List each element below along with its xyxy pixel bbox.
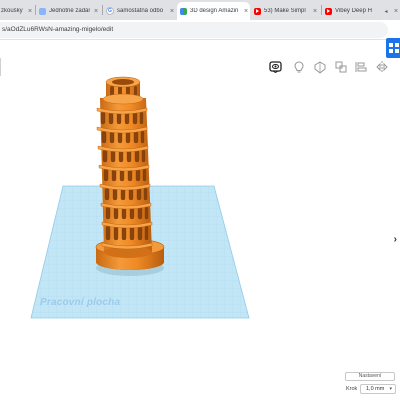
tower-cornices <box>96 107 153 250</box>
browser-window: zkoušky × Jednotné zadání × G samostatná… <box>0 0 400 400</box>
settings-button[interactable]: Nastavení <box>345 372 395 381</box>
tab-jednotne-zadani[interactable]: Jednotné zadání × <box>36 2 100 20</box>
panel-expand-icon[interactable]: › <box>394 234 397 245</box>
close-tab-icon[interactable]: × <box>168 8 176 15</box>
shield-icon[interactable] <box>312 58 328 76</box>
tab-make-simple[interactable]: 53) Make Simpl × <box>251 2 319 20</box>
tinkercad-icon <box>180 7 187 15</box>
tab-3d-design[interactable]: 3D design Amazin × <box>177 2 250 20</box>
mirror-icon[interactable] <box>374 58 390 76</box>
apps-grid-icon[interactable] <box>386 38 400 58</box>
snap-grid-select[interactable]: 1,0 mm ▾ <box>360 384 396 394</box>
tab-vibey-deep[interactable]: Vibey Deep H ◂ × <box>322 2 400 20</box>
view-icon[interactable] <box>267 58 283 76</box>
youtube-icon <box>325 7 332 15</box>
group-icon[interactable] <box>333 58 349 76</box>
leaning-tower-model[interactable] <box>95 76 165 270</box>
tab-title: zkoušky <box>1 8 23 14</box>
tab-title: Vibey Deep H <box>335 8 372 14</box>
tab-title: 3D design Amazin <box>190 8 239 14</box>
youtube-icon <box>254 7 261 15</box>
close-tab-icon[interactable]: × <box>242 8 250 15</box>
page-icon <box>39 7 46 15</box>
workplane-label: Pracovní plocha <box>40 297 121 308</box>
tab-samostatna-odbo[interactable]: G samostatná odbo × <box>103 2 176 20</box>
snap-grid-value: 1,0 mm <box>366 386 385 392</box>
google-icon: G <box>106 7 114 15</box>
close-tab-icon[interactable]: × <box>392 8 400 15</box>
tab-strip: zkoušky × Jednotné zadání × G samostatná… <box>0 0 400 20</box>
tab-title: 53) Make Simpl <box>264 8 306 14</box>
tab-title: samostatná odbo <box>117 8 164 14</box>
chevron-down-icon: ▾ <box>389 386 392 392</box>
close-tab-icon[interactable]: × <box>26 8 34 15</box>
workplane[interactable] <box>0 180 260 330</box>
tower-arcades <box>100 111 149 241</box>
close-tab-icon[interactable]: × <box>311 8 319 15</box>
bulb-icon[interactable] <box>291 58 307 76</box>
address-bar-row: s/aOdZLu6RWsN-amazing-migelo/edit <box>0 20 400 40</box>
tab-title: Jednotné zadání <box>49 8 90 14</box>
audio-icon[interactable]: ◂ <box>382 8 390 15</box>
address-bar[interactable]: s/aOdZLu6RWsN-amazing-migelo/edit <box>0 22 388 38</box>
tinkercad-toolbar <box>0 58 400 78</box>
tab-zkousky[interactable]: zkoušky × <box>0 2 34 20</box>
close-tab-icon[interactable]: × <box>92 8 100 15</box>
align-icon[interactable] <box>353 58 369 76</box>
snap-grid-label: Krok <box>346 386 358 392</box>
